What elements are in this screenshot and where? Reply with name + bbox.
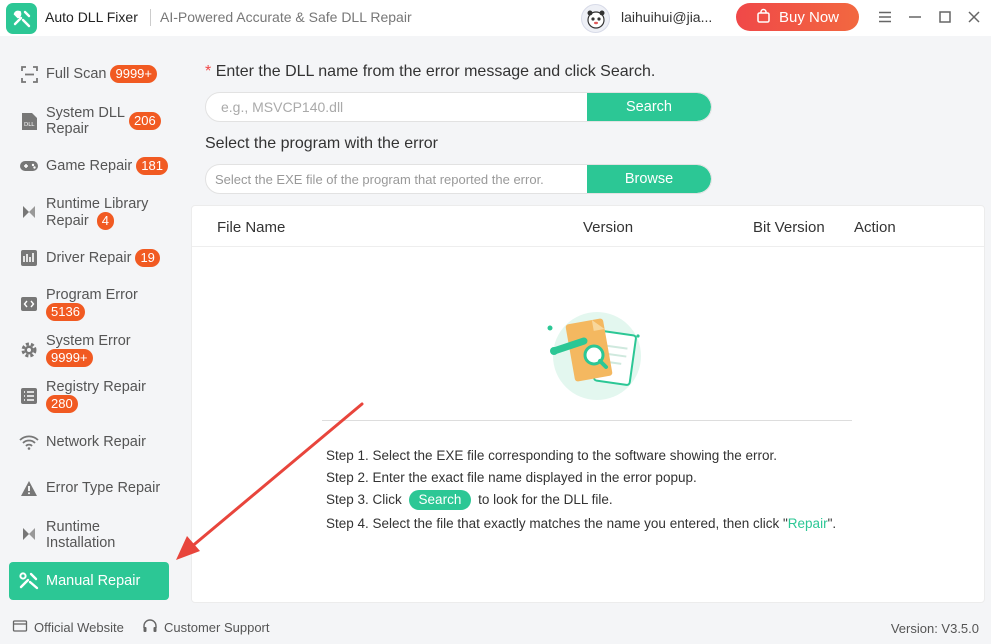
count-badge: 181: [136, 157, 168, 175]
maximize-icon[interactable]: [936, 8, 954, 26]
browse-button[interactable]: Browse: [587, 165, 711, 193]
exe-select-box: Select the EXE file of the program that …: [205, 164, 712, 194]
count-badge: 206: [129, 112, 161, 130]
divider: [322, 420, 852, 421]
buy-now-label: Buy Now: [778, 8, 840, 26]
count-badge: 280: [46, 395, 78, 413]
inline-search-button[interactable]: Search: [408, 490, 472, 510]
warning-icon: [19, 478, 39, 498]
wifi-icon: [19, 432, 39, 452]
results-table: File Name Version Bit Version Action Ste…: [191, 205, 985, 603]
scan-icon: [19, 64, 39, 84]
search-button[interactable]: Search: [587, 93, 711, 121]
empty-state-illustration: [547, 312, 641, 400]
step-2-text: Step 2. Enter the exact file name displa…: [326, 470, 697, 485]
sidebar-item-system-error[interactable]: System Error 9999+: [9, 333, 169, 367]
sidebar-item-registry-repair[interactable]: Registry Repair280: [9, 379, 169, 413]
column-bit-version: Bit Version: [753, 219, 825, 236]
gear-icon: [19, 340, 39, 360]
sidebar-item-game-repair[interactable]: Game Repair 181: [9, 156, 169, 176]
sidebar-item-label: System Error: [46, 333, 131, 349]
column-action: Action: [854, 219, 896, 236]
sidebar-item-label: Registry Repair: [46, 379, 146, 395]
exe-file-field[interactable]: Select the EXE file of the program that …: [215, 172, 544, 187]
sidebar-item-label: Game Repair: [46, 157, 133, 174]
customer-support-link[interactable]: Customer Support: [142, 618, 270, 637]
customer-support-label: Customer Support: [164, 620, 270, 635]
sidebar-item-runtime-library-repair[interactable]: Runtime Library Repair 4: [9, 196, 169, 230]
sidebar-item-system-dll-repair[interactable]: DLL System DLL Repair 206: [9, 104, 169, 138]
version-text: Version: V3.5.0: [890, 621, 979, 636]
install-icon: [19, 525, 39, 545]
step-4-suffix: ".: [827, 516, 837, 531]
sidebar-item-full-scan[interactable]: Full Scan 9999+: [9, 64, 169, 84]
sidebar-item-runtime-installation[interactable]: Runtime Installation: [9, 518, 169, 552]
sidebar-item-driver-repair[interactable]: Driver Repair 19: [9, 248, 169, 268]
svg-text:DLL: DLL: [24, 122, 35, 128]
website-icon: [12, 618, 28, 637]
minimize-icon[interactable]: [906, 8, 924, 26]
step-3-text: Step 3. Click Search to look for the DLL…: [326, 490, 613, 510]
dll-search-input[interactable]: [206, 93, 589, 121]
runtime-library-icon: [19, 203, 39, 223]
sidebar-item-error-type-repair[interactable]: Error Type Repair: [9, 478, 169, 498]
app-title: Auto DLL Fixer: [45, 9, 138, 25]
registry-icon: [19, 386, 39, 406]
official-website-label: Official Website: [34, 620, 124, 635]
sidebar-item-manual-repair[interactable]: Manual Repair: [9, 562, 169, 600]
count-badge: 19: [135, 249, 160, 267]
required-asterisk: *: [205, 63, 212, 80]
column-file-name: File Name: [217, 219, 286, 236]
count-badge: 9999+: [46, 349, 93, 367]
footer: Official Website Customer Support Versio…: [0, 610, 991, 644]
sidebar-item-label: Full Scan: [46, 65, 107, 82]
step-3-suffix: to look for the DLL file.: [478, 492, 613, 507]
sidebar: Full Scan 9999+ DLL System DLL Repair 20…: [0, 36, 182, 606]
user-email[interactable]: laihuihui@jia...: [621, 9, 712, 25]
sidebar-item-label: System DLL Repair: [46, 105, 125, 137]
sidebar-item-label: Network Repair: [46, 434, 146, 450]
cart-icon: [756, 8, 771, 27]
step-3-prefix: Step 3. Click: [326, 492, 402, 507]
sidebar-item-label: Driver Repair: [46, 249, 132, 266]
step-4-text: Step 4. Select the file that exactly mat…: [326, 516, 836, 531]
gamepad-icon: [19, 156, 39, 176]
avatar[interactable]: [581, 4, 610, 33]
close-icon[interactable]: [965, 8, 983, 26]
sidebar-item-label: Error Type Repair: [46, 480, 161, 496]
official-website-link[interactable]: Official Website: [12, 618, 124, 637]
title-bar: Auto DLL Fixer AI-Powered Accurate & Saf…: [0, 0, 991, 36]
dll-search-box: Search: [205, 92, 712, 122]
code-icon: [19, 294, 39, 314]
app-logo: [6, 3, 37, 34]
step-4-prefix: Step 4. Select the file that exactly mat…: [326, 516, 788, 531]
wrench-icon: [19, 571, 39, 591]
dll-name-prompt: * Enter the DLL name from the error mess…: [205, 63, 655, 81]
sidebar-item-label: Manual Repair: [46, 573, 141, 589]
table-header: File Name Version Bit Version Action: [192, 206, 984, 247]
dll-icon: DLL: [19, 111, 39, 131]
count-badge: 4: [96, 212, 114, 230]
title-divider: [150, 9, 151, 26]
sidebar-item-label: Program Error: [46, 287, 138, 303]
step-1-text: Step 1. Select the EXE file correspondin…: [326, 448, 778, 463]
sidebar-item-program-error[interactable]: Program Error 5136: [9, 287, 169, 321]
dll-prompt-text: Enter the DLL name from the error messag…: [215, 63, 656, 80]
count-badge: 5136: [46, 303, 85, 321]
buy-now-button[interactable]: Buy Now: [736, 3, 859, 31]
headset-icon: [142, 618, 158, 637]
menu-icon[interactable]: [876, 8, 894, 26]
repair-link: Repair: [787, 516, 828, 531]
count-badge: 9999+: [110, 65, 157, 83]
sidebar-item-network-repair[interactable]: Network Repair: [9, 432, 169, 452]
sidebar-item-label: Runtime Installation: [46, 519, 116, 551]
column-version: Version: [583, 219, 634, 236]
driver-icon: [19, 248, 39, 268]
app-subtitle: AI-Powered Accurate & Safe DLL Repair: [160, 9, 412, 25]
program-prompt: Select the program with the error: [205, 135, 438, 152]
